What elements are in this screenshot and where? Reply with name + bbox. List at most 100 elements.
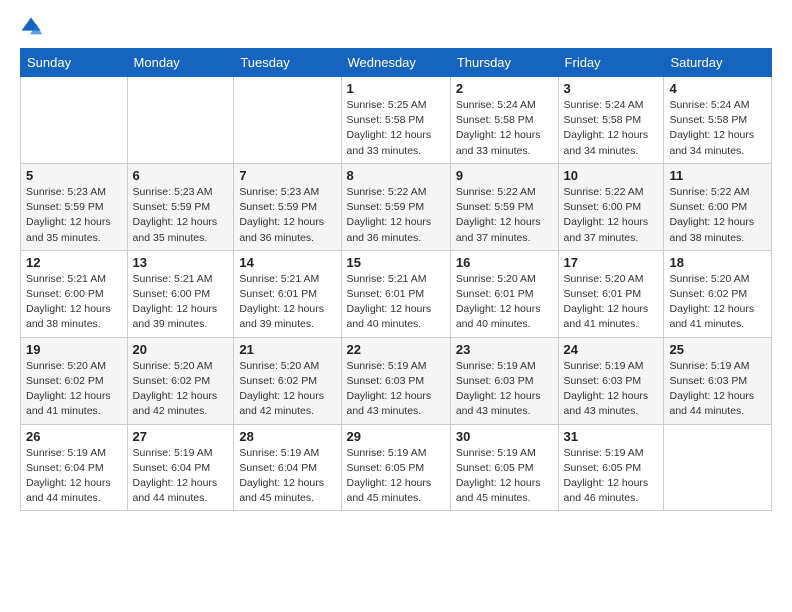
day-cell: 11 Sunrise: 5:22 AM Sunset: 6:00 PM Dayli… xyxy=(664,163,772,250)
week-row-4: 19 Sunrise: 5:20 AM Sunset: 6:02 PM Dayli… xyxy=(21,337,772,424)
day-cell: 12 Sunrise: 5:21 AM Sunset: 6:00 PM Dayli… xyxy=(21,250,128,337)
day-info: Sunrise: 5:19 AM Sunset: 6:03 PM Dayligh… xyxy=(564,359,659,420)
weekday-header-friday: Friday xyxy=(558,49,664,77)
day-cell: 2 Sunrise: 5:24 AM Sunset: 5:58 PM Daylig… xyxy=(450,77,558,164)
day-number: 18 xyxy=(669,255,766,270)
day-number: 17 xyxy=(564,255,659,270)
day-number: 1 xyxy=(347,81,445,96)
day-info: Sunrise: 5:23 AM Sunset: 5:59 PM Dayligh… xyxy=(239,185,335,246)
day-cell: 24 Sunrise: 5:19 AM Sunset: 6:03 PM Dayli… xyxy=(558,337,664,424)
day-number: 24 xyxy=(564,342,659,357)
day-info: Sunrise: 5:21 AM Sunset: 6:01 PM Dayligh… xyxy=(239,272,335,333)
day-info: Sunrise: 5:24 AM Sunset: 5:58 PM Dayligh… xyxy=(456,98,553,159)
day-number: 8 xyxy=(347,168,445,183)
weekday-header-monday: Monday xyxy=(127,49,234,77)
day-number: 6 xyxy=(133,168,229,183)
day-info: Sunrise: 5:24 AM Sunset: 5:58 PM Dayligh… xyxy=(564,98,659,159)
day-number: 10 xyxy=(564,168,659,183)
day-cell: 15 Sunrise: 5:21 AM Sunset: 6:01 PM Dayli… xyxy=(341,250,450,337)
logo-icon xyxy=(20,16,42,38)
day-cell: 19 Sunrise: 5:20 AM Sunset: 6:02 PM Dayli… xyxy=(21,337,128,424)
day-number: 2 xyxy=(456,81,553,96)
day-info: Sunrise: 5:19 AM Sunset: 6:05 PM Dayligh… xyxy=(347,446,445,507)
day-number: 7 xyxy=(239,168,335,183)
day-info: Sunrise: 5:22 AM Sunset: 6:00 PM Dayligh… xyxy=(669,185,766,246)
day-cell: 7 Sunrise: 5:23 AM Sunset: 5:59 PM Daylig… xyxy=(234,163,341,250)
day-number: 31 xyxy=(564,429,659,444)
week-row-2: 5 Sunrise: 5:23 AM Sunset: 5:59 PM Daylig… xyxy=(21,163,772,250)
day-number: 14 xyxy=(239,255,335,270)
weekday-header-sunday: Sunday xyxy=(21,49,128,77)
day-cell: 5 Sunrise: 5:23 AM Sunset: 5:59 PM Daylig… xyxy=(21,163,128,250)
day-number: 20 xyxy=(133,342,229,357)
day-info: Sunrise: 5:20 AM Sunset: 6:02 PM Dayligh… xyxy=(26,359,122,420)
day-number: 15 xyxy=(347,255,445,270)
day-cell: 16 Sunrise: 5:20 AM Sunset: 6:01 PM Dayli… xyxy=(450,250,558,337)
day-info: Sunrise: 5:19 AM Sunset: 6:05 PM Dayligh… xyxy=(564,446,659,507)
day-cell xyxy=(21,77,128,164)
day-cell: 25Sunrise: 5:19 AM Sunset: 6:03 PM Dayli… xyxy=(664,337,772,424)
day-info: Sunrise: 5:20 AM Sunset: 6:02 PM Dayligh… xyxy=(239,359,335,420)
day-info: Sunrise: 5:19 AM Sunset: 6:04 PM Dayligh… xyxy=(239,446,335,507)
weekday-header-thursday: Thursday xyxy=(450,49,558,77)
day-number: 22 xyxy=(347,342,445,357)
day-info: Sunrise: 5:22 AM Sunset: 5:59 PM Dayligh… xyxy=(456,185,553,246)
day-number: 5 xyxy=(26,168,122,183)
day-number: 21 xyxy=(239,342,335,357)
header xyxy=(20,16,772,38)
day-cell xyxy=(234,77,341,164)
day-cell: 10 Sunrise: 5:22 AM Sunset: 6:00 PM Dayli… xyxy=(558,163,664,250)
day-cell: 28 Sunrise: 5:19 AM Sunset: 6:04 PM Dayli… xyxy=(234,424,341,511)
calendar-table: SundayMondayTuesdayWednesdayThursdayFrid… xyxy=(20,48,772,511)
day-cell: 20 Sunrise: 5:20 AM Sunset: 6:02 PM Dayli… xyxy=(127,337,234,424)
day-number: 28 xyxy=(239,429,335,444)
day-info: Sunrise: 5:22 AM Sunset: 6:00 PM Dayligh… xyxy=(564,185,659,246)
day-cell: 6 Sunrise: 5:23 AM Sunset: 5:59 PM Daylig… xyxy=(127,163,234,250)
day-cell: 23 Sunrise: 5:19 AM Sunset: 6:03 PM Dayli… xyxy=(450,337,558,424)
day-number: 13 xyxy=(133,255,229,270)
day-info: Sunrise: 5:20 AM Sunset: 6:01 PM Dayligh… xyxy=(456,272,553,333)
day-cell: 17 Sunrise: 5:20 AM Sunset: 6:01 PM Dayli… xyxy=(558,250,664,337)
day-cell: 21 Sunrise: 5:20 AM Sunset: 6:02 PM Dayli… xyxy=(234,337,341,424)
day-number: 11 xyxy=(669,168,766,183)
day-cell: 29 Sunrise: 5:19 AM Sunset: 6:05 PM Dayli… xyxy=(341,424,450,511)
day-number: 9 xyxy=(456,168,553,183)
logo xyxy=(20,16,46,38)
day-info: Sunrise: 5:23 AM Sunset: 5:59 PM Dayligh… xyxy=(26,185,122,246)
weekday-header-saturday: Saturday xyxy=(664,49,772,77)
day-number: 3 xyxy=(564,81,659,96)
day-cell xyxy=(127,77,234,164)
weekday-header-wednesday: Wednesday xyxy=(341,49,450,77)
day-number: 27 xyxy=(133,429,229,444)
day-number: 12 xyxy=(26,255,122,270)
day-info: Sunrise: 5:21 AM Sunset: 6:00 PM Dayligh… xyxy=(133,272,229,333)
day-info: Sunrise: 5:22 AM Sunset: 5:59 PM Dayligh… xyxy=(347,185,445,246)
day-cell: 30 Sunrise: 5:19 AM Sunset: 6:05 PM Dayli… xyxy=(450,424,558,511)
day-info: Sunrise: 5:19 AM Sunset: 6:03 PM Dayligh… xyxy=(456,359,553,420)
day-number: 25 xyxy=(669,342,766,357)
week-row-1: 1 Sunrise: 5:25 AM Sunset: 5:58 PM Daylig… xyxy=(21,77,772,164)
week-row-3: 12 Sunrise: 5:21 AM Sunset: 6:00 PM Dayli… xyxy=(21,250,772,337)
day-number: 16 xyxy=(456,255,553,270)
day-info: Sunrise: 5:20 AM Sunset: 6:01 PM Dayligh… xyxy=(564,272,659,333)
day-cell: 9 Sunrise: 5:22 AM Sunset: 5:59 PM Daylig… xyxy=(450,163,558,250)
day-info: Sunrise: 5:24 AM Sunset: 5:58 PM Dayligh… xyxy=(669,98,766,159)
day-info: Sunrise: 5:19 AM Sunset: 6:05 PM Dayligh… xyxy=(456,446,553,507)
day-cell: 8 Sunrise: 5:22 AM Sunset: 5:59 PM Daylig… xyxy=(341,163,450,250)
day-number: 23 xyxy=(456,342,553,357)
day-info: Sunrise: 5:21 AM Sunset: 6:01 PM Dayligh… xyxy=(347,272,445,333)
day-number: 29 xyxy=(347,429,445,444)
day-number: 4 xyxy=(669,81,766,96)
day-info: Sunrise: 5:25 AM Sunset: 5:58 PM Dayligh… xyxy=(347,98,445,159)
weekday-header-row: SundayMondayTuesdayWednesdayThursdayFrid… xyxy=(21,49,772,77)
day-number: 19 xyxy=(26,342,122,357)
day-cell: 4 Sunrise: 5:24 AM Sunset: 5:58 PM Daylig… xyxy=(664,77,772,164)
day-info: Sunrise: 5:21 AM Sunset: 6:00 PM Dayligh… xyxy=(26,272,122,333)
day-info: Sunrise: 5:23 AM Sunset: 5:59 PM Dayligh… xyxy=(133,185,229,246)
day-cell: 14 Sunrise: 5:21 AM Sunset: 6:01 PM Dayli… xyxy=(234,250,341,337)
day-cell: 22Sunrise: 5:19 AM Sunset: 6:03 PM Dayli… xyxy=(341,337,450,424)
day-info: Sunrise: 5:19 AM Sunset: 6:04 PM Dayligh… xyxy=(133,446,229,507)
day-number: 30 xyxy=(456,429,553,444)
day-info: Sunrise: 5:20 AM Sunset: 6:02 PM Dayligh… xyxy=(133,359,229,420)
week-row-5: 26Sunrise: 5:19 AM Sunset: 6:04 PM Dayli… xyxy=(21,424,772,511)
